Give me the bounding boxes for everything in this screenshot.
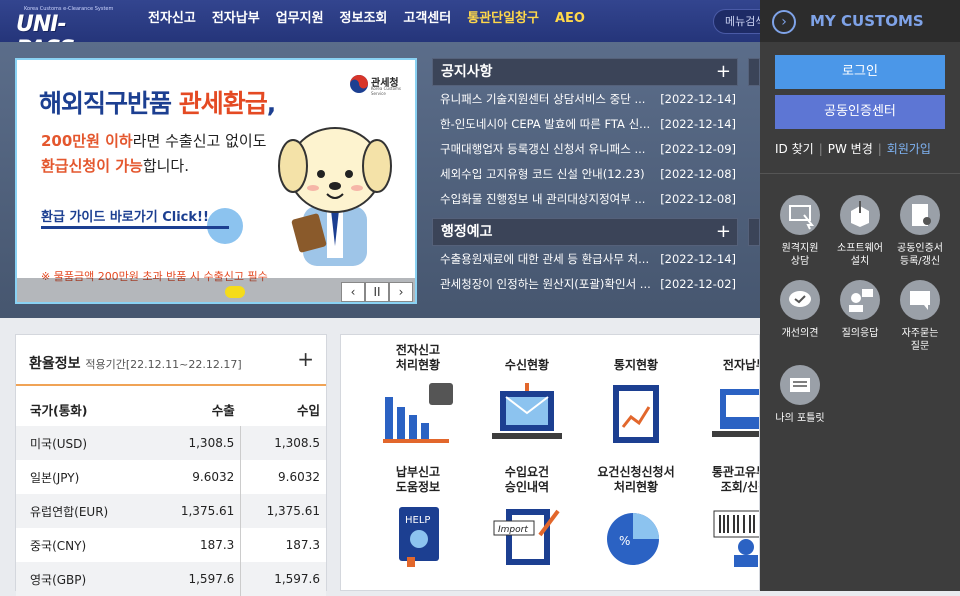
refund-guide-link[interactable]: 환급 가이드 바로가기 Click!! — [41, 206, 209, 225]
faq-chat-icon — [900, 280, 940, 320]
preannounce-item[interactable]: 관세청장이 인정하는 원산지(포괄)확인서 ... [2022-12-02] — [432, 271, 738, 296]
unipass-logo[interactable]: Korea Customs e-Clearance System UNI-PAS… — [16, 6, 118, 62]
table-row: 일본(JPY) 9.6032 9.6032 — [16, 460, 326, 494]
svg-text:Import: Import — [498, 525, 528, 535]
notice-item[interactable]: 세외수입 고지유형 코드 신설 안내(12.23) [2022-12-08] — [432, 161, 738, 186]
slide-indicator[interactable] — [225, 286, 245, 298]
certificate-icon — [900, 195, 940, 235]
percent-pie-icon: % — [601, 505, 671, 575]
help-book-icon: HELP — [383, 505, 453, 575]
quick-services-panel: 전자신고 처리현황 수신현황 통지현황 전자납부 납부신고 도움정보 HELP … — [340, 334, 760, 591]
next-slide-button[interactable]: › — [389, 282, 413, 302]
nav-item-info-inquiry[interactable]: 정보조회 — [340, 0, 388, 42]
my-customs-panel: › MY CUSTOMS 로그인 공동인증센터 ID 찾기 | PW 변경 | 회원가입… — [760, 0, 960, 591]
portlet-keyboard-icon — [780, 365, 820, 405]
service-requirement-status[interactable]: 요건신청신청서 처리현황 % — [586, 463, 686, 575]
service-payment-help[interactable]: 납부신고 도움정보 HELP — [368, 463, 468, 575]
banner-line-3: 환급신청이 가능합니다. — [41, 157, 189, 175]
guide-underline — [41, 226, 229, 229]
exchange-title: 환율정보 적용기간[22.12.11~22.12.17] — [29, 356, 242, 372]
service-customs-code[interactable]: 통관고유부호 조회/신청 — [695, 463, 759, 575]
table-row: 미국(USD) 1,308.5 1,308.5 — [16, 426, 326, 460]
table-row: 유럽연합(EUR) 1,375.61 1,375.61 — [16, 494, 326, 528]
notice-board: 공지사항 + 유니패스 기술지원센터 상담서비스 중단 ... [2022-12-… — [432, 58, 738, 211]
notice-item[interactable]: 한-인도네시아 CEPA 발효에 따른 FTA 신... [2022-12-14] — [432, 111, 738, 136]
bar-chart-icon — [383, 383, 453, 453]
change-pw-link[interactable]: PW 변경 — [828, 142, 873, 156]
adjacent-panel-edge — [748, 58, 760, 86]
nav-item-aeo[interactable]: AEO — [555, 0, 585, 42]
laptop-mail-icon — [492, 383, 562, 453]
preannounce-title: 행정예고 — [441, 224, 493, 240]
remote-support-icon — [780, 195, 820, 235]
login-button[interactable]: 로그인 — [775, 55, 945, 89]
nav-item-customer-center[interactable]: 고객센터 — [403, 0, 451, 42]
notice-more-button[interactable]: + — [716, 59, 731, 85]
exchange-more-button[interactable]: + — [297, 347, 314, 371]
svg-text:HELP: HELP — [405, 515, 430, 526]
panel-header: › MY CUSTOMS — [760, 0, 960, 42]
my-portlet-item[interactable]: 나의 포틀릿 — [769, 365, 831, 425]
software-install-item[interactable]: 소프트웨어 설치 — [829, 195, 891, 268]
notice-item[interactable]: 수입화물 진행정보 내 관리대상지정여부 ... [2022-12-08] — [432, 186, 738, 211]
payment-terminal-icon — [710, 383, 759, 453]
preannounce-board: 행정예고 + 수출용원재료에 대한 관세 등 환급사무 처... [2022-12… — [432, 218, 738, 296]
seal-subtitle: Korea Customs Service — [371, 86, 402, 96]
svg-text:%: % — [619, 534, 630, 548]
adjacent-panel-edge — [748, 218, 760, 246]
top-nav-bar: Korea Customs e-Clearance System UNI-PAS… — [0, 0, 783, 62]
prev-slide-button[interactable]: ‹ — [341, 282, 365, 302]
pause-slide-button[interactable]: II — [365, 282, 389, 302]
customs-seal: 관세청 Korea Customs Service — [349, 72, 405, 100]
banner-controls: ‹ II › — [17, 278, 415, 302]
panel-divider — [760, 173, 960, 174]
faq-item[interactable]: 자주묻는 질문 — [889, 280, 951, 353]
account-links: ID 찾기 | PW 변경 | 회원가입 — [775, 142, 931, 156]
col-import: 수입 — [296, 402, 320, 418]
service-notice-status[interactable]: 통지현황 — [586, 341, 686, 453]
table-row: 중국(CNY) 187.3 187.3 — [16, 528, 326, 562]
panel-title: MY CUSTOMS — [810, 12, 924, 30]
qna-item[interactable]: 질의응답 — [829, 280, 891, 340]
signup-link[interactable]: 회원가입 — [887, 142, 931, 156]
preannounce-item[interactable]: 수출용원재료에 대한 관세 등 환급사무 처... [2022-12-14] — [432, 246, 738, 271]
service-receipt-status[interactable]: 수신현황 — [477, 341, 577, 453]
korea-emblem-icon — [350, 75, 368, 93]
barcode-person-icon — [710, 505, 759, 575]
nav-item-e-declaration[interactable]: 전자신고 — [148, 0, 196, 42]
col-export: 수출 — [211, 402, 235, 418]
exchange-header: 환율정보 적용기간[22.12.11~22.12.17] + — [16, 335, 326, 386]
software-box-icon — [840, 195, 880, 235]
notice-header: 공지사항 + — [432, 58, 738, 86]
certificate-center-button[interactable]: 공동인증센터 — [775, 95, 945, 129]
find-id-link[interactable]: ID 찾기 — [775, 142, 814, 156]
mascot-dog-illustration — [278, 127, 392, 266]
import-document-icon: Import — [492, 505, 562, 575]
notice-item[interactable]: 구매대행업자 등록갱신 신청서 유니패스 ... [2022-12-09] — [432, 136, 738, 161]
person-chat-icon — [840, 280, 880, 320]
banner-title: 해외직구반품 관세환급, — [39, 89, 276, 118]
chevron-right-icon[interactable]: › — [772, 10, 796, 34]
exchange-table: 국가(통화) 수출 수입 미국(USD) 1,308.5 1,308.5 일본(JP… — [16, 392, 326, 596]
service-e-payment[interactable]: 전자납부 — [695, 341, 759, 453]
exchange-rate-panel: 환율정보 적용기간[22.12.11~22.12.17] + 국가(통화) 수출… — [15, 334, 327, 596]
nav-item-e-payment[interactable]: 전자납부 — [212, 0, 260, 42]
preannounce-header: 행정예고 + — [432, 218, 738, 246]
main-nav: 전자신고 전자납부 업무지원 정보조회 고객센터 통관단일창구 AEO — [148, 0, 601, 42]
nav-item-work-support[interactable]: 업무지원 — [276, 0, 324, 42]
banner-line-2: 200만원 이하라면 수출신고 없이도 — [41, 132, 267, 150]
notice-title: 공지사항 — [441, 64, 493, 80]
chat-check-icon — [780, 280, 820, 320]
service-e-declaration-status[interactable]: 전자신고 처리현황 — [368, 341, 468, 453]
promo-banner[interactable]: 관세청 Korea Customs Service 해외직구반품 관세환급, 2… — [15, 58, 417, 304]
nav-item-single-window[interactable]: 통관단일창구 — [467, 0, 539, 42]
notice-item[interactable]: 유니패스 기술지원센터 상담서비스 중단 ... [2022-12-14] — [432, 86, 738, 111]
certificate-register-item[interactable]: 공동인증서 등록/갱신 — [889, 195, 951, 268]
col-country: 국가(통화) — [30, 402, 88, 418]
feedback-item[interactable]: 개선의견 — [769, 280, 831, 340]
preannounce-more-button[interactable]: + — [716, 219, 731, 245]
report-document-icon — [601, 383, 671, 453]
service-import-approval[interactable]: 수입요건 승인내역 Import — [477, 463, 577, 575]
remote-support-item[interactable]: 원격지원 상담 — [769, 195, 831, 268]
